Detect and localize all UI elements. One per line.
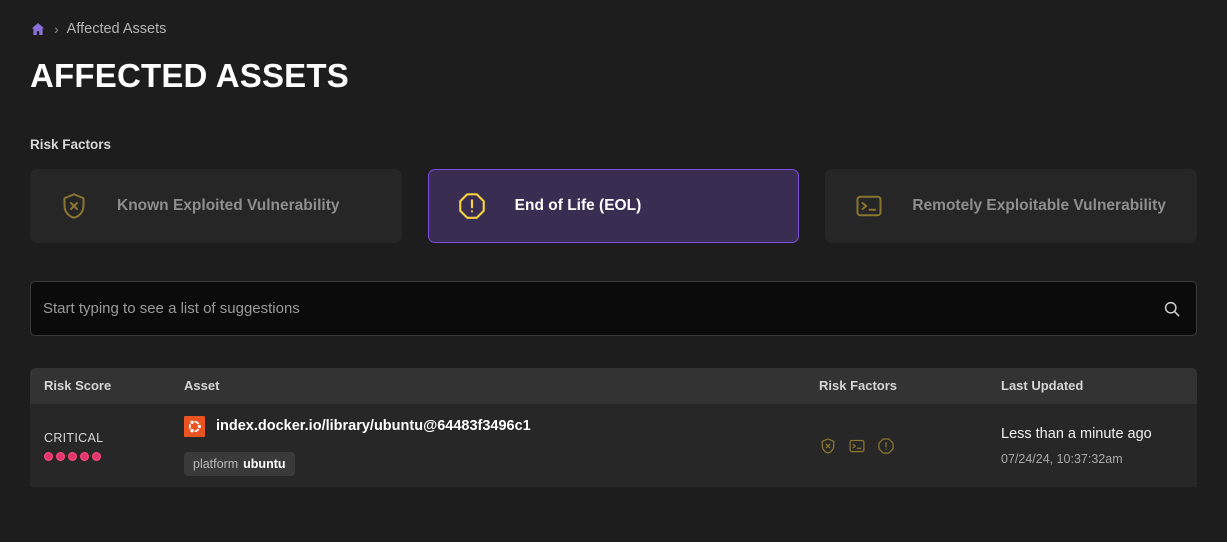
risk-factors-cell xyxy=(805,437,987,455)
column-header-last-updated: Last Updated xyxy=(1001,378,1084,393)
breadcrumb: › Affected Assets xyxy=(30,0,1197,46)
page-title: AFFECTED ASSETS xyxy=(30,57,349,94)
affected-assets-page: › Affected Assets AFFECTED ASSETS Risk F… xyxy=(0,0,1227,487)
risk-card-end-of-life[interactable]: End of Life (EOL) xyxy=(427,169,800,243)
search-input[interactable] xyxy=(43,300,1162,317)
search-icon[interactable] xyxy=(1162,299,1182,319)
risk-score-cell: CRITICAL xyxy=(30,431,172,461)
column-header-risk-score: Risk Score xyxy=(44,378,112,393)
platform-tag-value: ubuntu xyxy=(243,456,286,471)
asset-cell: index.docker.io/library/ubuntu@64483f349… xyxy=(172,415,805,476)
affected-assets-table: Risk Score Asset Risk Factors Last Updat… xyxy=(30,368,1197,487)
shield-x-icon[interactable] xyxy=(819,437,837,455)
breadcrumb-separator: › xyxy=(54,21,59,37)
risk-card-remotely-exploitable-vulnerability[interactable]: Remotely Exploitable Vulnerability xyxy=(825,169,1198,243)
table-header-row: Risk Score Asset Risk Factors Last Updat… xyxy=(30,368,1197,403)
severity-dot xyxy=(80,451,89,461)
risk-factors-label: Risk Factors xyxy=(30,137,112,152)
risk-factor-cards: Known Exploited Vulnerability End of Lif… xyxy=(30,169,1198,243)
asset-name[interactable]: index.docker.io/library/ubuntu@64483f349… xyxy=(216,418,531,434)
severity-dot xyxy=(68,451,77,461)
risk-card-label: Known Exploited Vulnerability xyxy=(117,197,340,214)
asset-line: index.docker.io/library/ubuntu@64483f349… xyxy=(184,415,805,437)
risk-card-label: Remotely Exploitable Vulnerability xyxy=(912,197,1166,214)
octagon-alert-icon[interactable] xyxy=(877,437,895,455)
platform-tag: platform ubuntu xyxy=(184,451,295,476)
terminal-icon[interactable] xyxy=(848,437,866,455)
last-updated-relative: Less than a minute ago xyxy=(1001,425,1152,442)
octagon-alert-icon xyxy=(457,191,487,221)
search-bar[interactable] xyxy=(30,281,1197,336)
severity-dot xyxy=(56,451,65,461)
platform-tag-key: platform xyxy=(193,456,239,471)
severity-label: CRITICAL xyxy=(44,430,104,445)
last-updated-absolute: 07/24/24, 10:37:32am xyxy=(1001,451,1123,466)
home-icon[interactable] xyxy=(30,21,46,37)
table-row[interactable]: CRITICAL index.docker.io/library/ubuntu@… xyxy=(30,403,1197,487)
risk-card-label: End of Life (EOL) xyxy=(514,197,642,214)
shield-x-icon xyxy=(59,191,89,221)
ubuntu-logo xyxy=(184,415,205,437)
breadcrumb-current[interactable]: Affected Assets xyxy=(67,21,167,37)
terminal-icon xyxy=(854,191,884,221)
column-header-risk-factors: Risk Factors xyxy=(819,378,898,393)
last-updated-cell: Less than a minute ago 07/24/24, 10:37:3… xyxy=(987,426,1197,466)
severity-dot xyxy=(44,451,53,461)
risk-factor-icon-group xyxy=(819,437,987,455)
column-header-asset: Asset xyxy=(184,378,220,393)
severity-dots xyxy=(44,451,172,461)
severity-dot xyxy=(92,451,101,461)
risk-card-known-exploited-vulnerability[interactable]: Known Exploited Vulnerability xyxy=(30,169,402,243)
